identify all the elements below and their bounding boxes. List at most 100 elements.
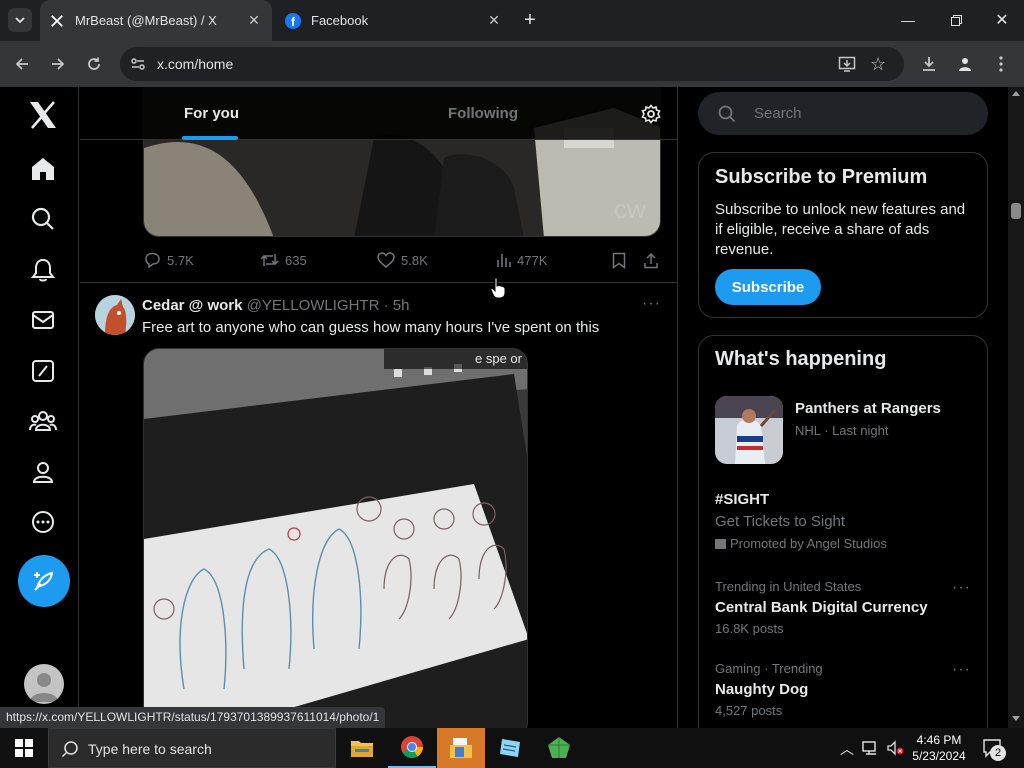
scroll-down-arrow[interactable] <box>1012 716 1020 721</box>
arrow-left-icon <box>15 58 28 70</box>
search-placeholder: Search <box>754 105 802 122</box>
reload-icon <box>88 57 100 70</box>
feather-plus-icon <box>34 571 54 592</box>
address-bar[interactable]: x.com/home ☆ <box>120 47 904 81</box>
tab-search-button[interactable] <box>8 8 32 32</box>
tweet-time[interactable]: 5h <box>393 297 410 314</box>
whats-happening-card: What's happening Panthers at Rangers NHL… <box>698 335 988 728</box>
gem-app[interactable] <box>535 728 583 768</box>
notification-center-button[interactable]: 2 <box>982 738 1006 763</box>
close-icon[interactable]: ✕ <box>244 11 264 31</box>
search-icon <box>61 741 78 758</box>
tweet-author-avatar[interactable] <box>95 295 135 335</box>
close-icon[interactable]: ✕ <box>484 11 504 31</box>
tweet-text: Free art to anyone who can guess how man… <box>142 319 600 336</box>
star-icon[interactable]: ☆ <box>870 54 886 75</box>
tweet-more-icon[interactable]: ··· <box>642 295 661 313</box>
hand-cursor-icon <box>490 277 506 299</box>
search-icon[interactable] <box>24 200 62 238</box>
analytics-bars-icon <box>497 254 511 267</box>
trend-meta: Trending in United States <box>715 579 862 594</box>
file-app[interactable] <box>437 728 485 768</box>
tab-facebook[interactable]: f Facebook ✕ <box>276 0 512 41</box>
trend-more-icon[interactable]: ··· <box>952 579 971 597</box>
forward-button[interactable] <box>43 49 73 79</box>
bookmark-action[interactable] <box>612 252 626 269</box>
taskbar-clock[interactable]: 4:46 PM 5/23/2024 <box>905 732 973 764</box>
like-action[interactable]: 5.8K <box>377 252 428 268</box>
trend-title[interactable]: #SIGHT <box>715 491 769 508</box>
scroll-up-arrow[interactable] <box>1012 91 1020 96</box>
left-navigation <box>0 87 79 728</box>
views-action[interactable]: 477K <box>496 252 547 268</box>
trend-subtitle: Get Tickets to Sight <box>715 513 846 530</box>
install-app-icon[interactable] <box>838 55 856 78</box>
grok-icon[interactable] <box>24 352 62 390</box>
notes-app[interactable] <box>486 728 534 768</box>
subscribe-button[interactable]: Subscribe <box>715 269 821 305</box>
tweet-header: Cedar @ work @YELLOWLIGHTR · 5h <box>142 297 409 314</box>
messages-envelope-icon[interactable] <box>24 301 62 339</box>
promoted-icon <box>715 539 726 549</box>
scrollbar-thumb[interactable] <box>1011 203 1021 219</box>
network-icon[interactable] <box>862 740 880 756</box>
reload-button[interactable] <box>79 49 109 79</box>
profile-icon[interactable] <box>24 453 62 491</box>
browser-toolbar: x.com/home ☆ <box>0 41 1024 87</box>
back-button[interactable] <box>7 49 37 79</box>
communities-icon[interactable] <box>24 402 62 440</box>
compose-post-button[interactable] <box>18 555 70 607</box>
page-scrollbar[interactable] <box>1008 87 1024 728</box>
share-action[interactable] <box>643 252 659 269</box>
views-count: 477K <box>517 252 548 268</box>
trend-title[interactable]: Central Bank Digital Currency <box>715 599 928 616</box>
trend-meta: Gaming · Trending <box>715 661 823 676</box>
taskbar-search[interactable]: Type here to search <box>48 728 336 768</box>
chrome-app[interactable] <box>388 728 436 768</box>
more-circle-icon[interactable] <box>24 503 62 541</box>
x-logo-icon[interactable] <box>24 96 62 134</box>
repost-icon <box>260 254 279 266</box>
file-explorer-app[interactable] <box>338 728 386 768</box>
account-avatar[interactable] <box>24 664 64 704</box>
minimize-button[interactable]: — <box>896 10 920 30</box>
volume-muted-icon[interactable] <box>886 740 904 756</box>
search-box[interactable]: Search <box>698 92 988 135</box>
notifications-bell-icon[interactable] <box>24 251 62 289</box>
tweet-author-name[interactable]: Cedar @ work <box>142 297 243 314</box>
trend-more-icon[interactable]: ··· <box>952 661 971 679</box>
profile-icon <box>959 58 971 71</box>
profile-button[interactable] <box>950 49 980 79</box>
main-timeline: For you Following cw 5.7K 635 5.8K 477K … <box>80 87 678 728</box>
tab-following[interactable]: Following <box>448 105 518 122</box>
heart-icon <box>377 252 395 268</box>
reply-count: 5.7K <box>167 252 194 268</box>
url-text[interactable]: x.com/home <box>157 56 233 72</box>
trend-title[interactable]: Naughty Dog <box>715 681 808 698</box>
restore-button[interactable] <box>944 10 968 30</box>
close-window-button[interactable]: ✕ <box>990 10 1014 30</box>
settings-gear-icon[interactable] <box>641 104 661 129</box>
tab-mrbeast[interactable]: MrBeast (@MrBeast) / X ✕ <box>40 0 272 41</box>
start-button[interactable] <box>0 728 48 768</box>
tab-for-you[interactable]: For you <box>184 105 239 122</box>
facebook-icon: f <box>285 12 301 29</box>
tweet-dot-separator: · <box>383 297 389 314</box>
tab-title: Facebook <box>311 13 369 28</box>
drawing-photo-image: e spe or <box>144 349 527 728</box>
tweet-photo[interactable]: e spe or <box>143 348 528 728</box>
chevron-down-icon <box>15 17 25 24</box>
new-tab-button[interactable]: + <box>518 8 542 32</box>
trend-thumbnail[interactable] <box>715 396 783 464</box>
trend-title[interactable]: Panthers at Rangers <box>795 400 941 417</box>
reply-action[interactable]: 5.7K <box>144 252 194 268</box>
repost-action[interactable]: 635 <box>260 252 307 268</box>
green-gem-icon <box>548 737 570 758</box>
home-icon[interactable] <box>24 150 62 188</box>
download-button[interactable] <box>914 49 944 79</box>
show-hidden-icons-icon[interactable]: ︿ <box>840 739 854 759</box>
browser-tab-bar: MrBeast (@MrBeast) / X ✕ f Facebook ✕ + … <box>0 0 1024 41</box>
tweet-author-handle[interactable]: @YELLOWLIGHTR <box>247 297 380 314</box>
site-info-icon[interactable] <box>130 56 146 77</box>
menu-button[interactable] <box>986 49 1016 79</box>
